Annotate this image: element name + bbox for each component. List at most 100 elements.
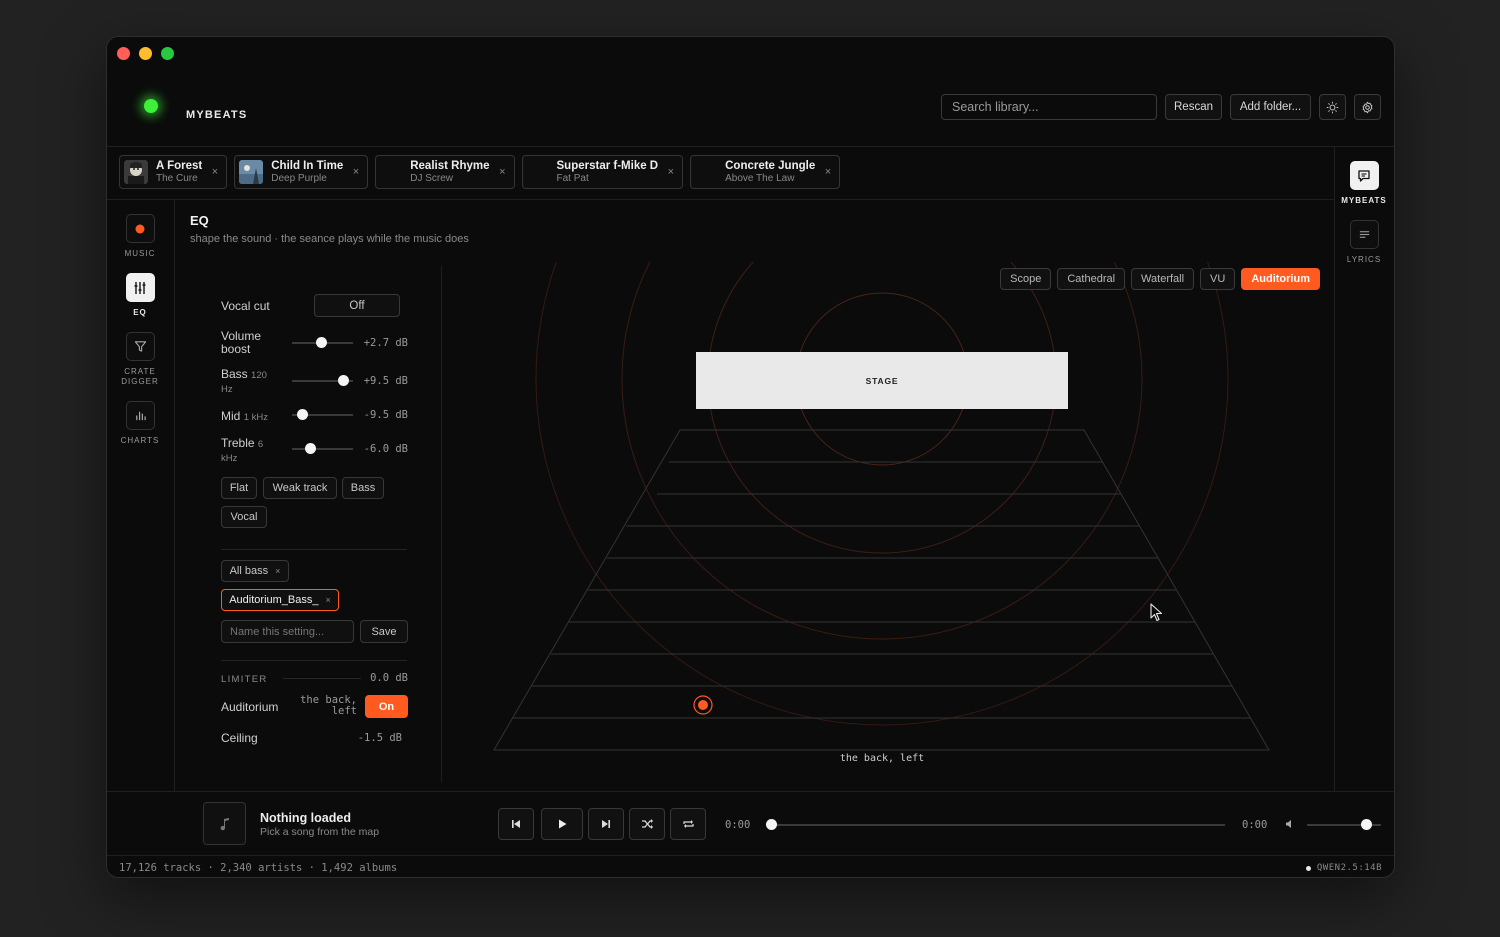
mouse-cursor-icon (1150, 603, 1163, 622)
auditorium-toggle[interactable]: On (365, 695, 408, 718)
shuffle-button[interactable] (629, 808, 665, 840)
nav-item-mybeats-chat[interactable]: MYBEATS (1335, 161, 1393, 206)
close-tab-icon[interactable]: × (825, 166, 831, 178)
music-note-icon (220, 817, 229, 830)
nav-item-charts[interactable]: CHARTS (107, 401, 173, 446)
model-status-dot (1305, 865, 1311, 871)
saved-setting-chip-active[interactable]: Auditorium_Bass_ × (221, 589, 339, 611)
progress-knob[interactable] (766, 819, 777, 830)
nav-label: MYBEATS (1341, 196, 1387, 205)
mode-waterfall-tab[interactable]: Waterfall (1131, 268, 1195, 290)
close-tab-icon[interactable]: × (499, 166, 505, 178)
preset-vocal-button[interactable]: Vocal (221, 506, 267, 528)
add-folder-button[interactable]: Add folder... (1230, 94, 1311, 120)
remove-chip-icon[interactable]: × (326, 595, 331, 605)
saved-setting-chip[interactable]: All bass × (221, 560, 289, 582)
nav-label: LYRICS (1346, 255, 1382, 264)
volume-boost-knob[interactable] (315, 337, 327, 348)
volume-slider[interactable] (1307, 819, 1381, 830)
listener-position-marker[interactable] (698, 700, 708, 710)
mode-vu-tab[interactable]: VU (1200, 268, 1236, 290)
theme-toggle-button[interactable] (1319, 94, 1346, 120)
tab-title: Concrete Jungle (725, 159, 816, 172)
limiter-label: LIMITER (221, 674, 268, 685)
preset-weak-track-button[interactable]: Weak track (263, 477, 337, 499)
tab-title: Child In Time (271, 159, 344, 172)
auditorium-label: Auditorium (221, 700, 279, 714)
previous-track-button[interactable] (498, 808, 534, 840)
record-dot-icon (135, 224, 145, 233)
elapsed-time: 0:00 (725, 819, 751, 831)
treble-value: -6.0 dB (363, 443, 408, 455)
nav-item-music[interactable]: MUSIC (107, 214, 173, 259)
shuffle-icon (641, 819, 653, 829)
ceiling-label: Ceiling (221, 731, 258, 745)
seating-grid (493, 429, 1270, 751)
nav-item-eq[interactable]: EQ (107, 273, 173, 318)
rescan-button[interactable]: Rescan (1165, 94, 1222, 120)
play-button[interactable] (541, 808, 583, 840)
gear-icon (1362, 101, 1373, 113)
mode-cathedral-tab[interactable]: Cathedral (1057, 268, 1126, 290)
treble-knob[interactable] (305, 443, 317, 454)
nav-item-lyrics[interactable]: LYRICS (1335, 220, 1393, 265)
tab-title: A Forest (156, 159, 203, 172)
app-header: MYBEATS Rescan Add folder... (107, 37, 1394, 147)
album-art-thumbnail (124, 160, 148, 184)
nav-item-crate-digger[interactable]: CRATE DIGGER (107, 332, 173, 387)
treble-label: Treble 6 kHz (221, 436, 264, 465)
mid-label: Mid 1 kHz (221, 409, 268, 424)
preset-flat-button[interactable]: Flat (221, 477, 257, 499)
listener-position-label: the back, left (840, 753, 924, 764)
tab-artist: Fat Pat (556, 172, 589, 184)
preset-bass-button[interactable]: Bass (342, 477, 384, 499)
treble-slider[interactable] (292, 443, 353, 454)
progress-bar[interactable] (766, 819, 1225, 830)
track-tab[interactable]: Concrete Jungle Above The Law × (690, 155, 841, 189)
bass-slider[interactable] (292, 375, 353, 386)
setting-name-input[interactable] (221, 620, 354, 643)
track-tab[interactable]: A Forest The Cure × (119, 155, 228, 189)
close-tab-icon[interactable]: × (353, 166, 359, 178)
left-sidebar: MUSIC EQ CRATE DIGGER CHARTS (107, 200, 175, 791)
lyrics-icon (1359, 231, 1369, 238)
filter-icon (134, 341, 146, 352)
limiter-value: 0.0 dB (370, 672, 408, 684)
bass-knob[interactable] (337, 375, 349, 386)
sound-ring (621, 262, 1143, 640)
close-tab-icon[interactable]: × (212, 166, 218, 178)
brand-name: MYBEATS (186, 109, 248, 121)
mid-knob[interactable] (297, 409, 309, 420)
close-tab-icon[interactable]: × (668, 166, 674, 178)
mid-slider[interactable] (292, 409, 353, 420)
nav-label: CHARTS (120, 436, 160, 445)
search-input[interactable] (941, 94, 1157, 120)
track-tab[interactable]: Realist Rhyme DJ Screw × (375, 155, 515, 189)
track-tab[interactable]: Child In Time Deep Purple × (234, 155, 369, 189)
repeat-button[interactable] (670, 808, 706, 840)
volume-boost-slider[interactable] (292, 337, 353, 348)
settings-button[interactable] (1354, 94, 1381, 120)
mode-auditorium-tab[interactable]: Auditorium (1241, 268, 1320, 290)
repeat-icon (682, 820, 694, 828)
logo-glow-icon (144, 99, 158, 113)
save-setting-button[interactable]: Save (360, 620, 408, 643)
volume-knob[interactable] (1361, 819, 1373, 830)
mode-scope-tab[interactable]: Scope (1000, 268, 1052, 290)
remove-chip-icon[interactable]: × (275, 566, 280, 576)
bass-label: Bass 120 Hz (221, 367, 267, 396)
vocal-cut-toggle[interactable]: Off (314, 294, 400, 317)
next-track-button[interactable] (588, 808, 624, 840)
vocal-cut-label: Vocal cut (221, 299, 270, 313)
divider (221, 660, 407, 661)
visualizer-mode-tabs: Scope Cathedral Waterfall VU Auditorium (1000, 268, 1320, 290)
stage-label: STAGE (866, 376, 899, 386)
nav-label: EQ (133, 308, 147, 317)
volume-icon[interactable] (1285, 819, 1295, 829)
ceiling-value: -1.5 dB (357, 732, 402, 744)
track-tab[interactable]: Superstar f-Mike D Fat Pat × (521, 155, 684, 189)
volume-boost-value: +2.7 dB (363, 337, 408, 349)
bar-chart-icon (135, 411, 146, 421)
tab-artist: Above The Law (725, 172, 795, 184)
chat-icon (1358, 169, 1370, 182)
